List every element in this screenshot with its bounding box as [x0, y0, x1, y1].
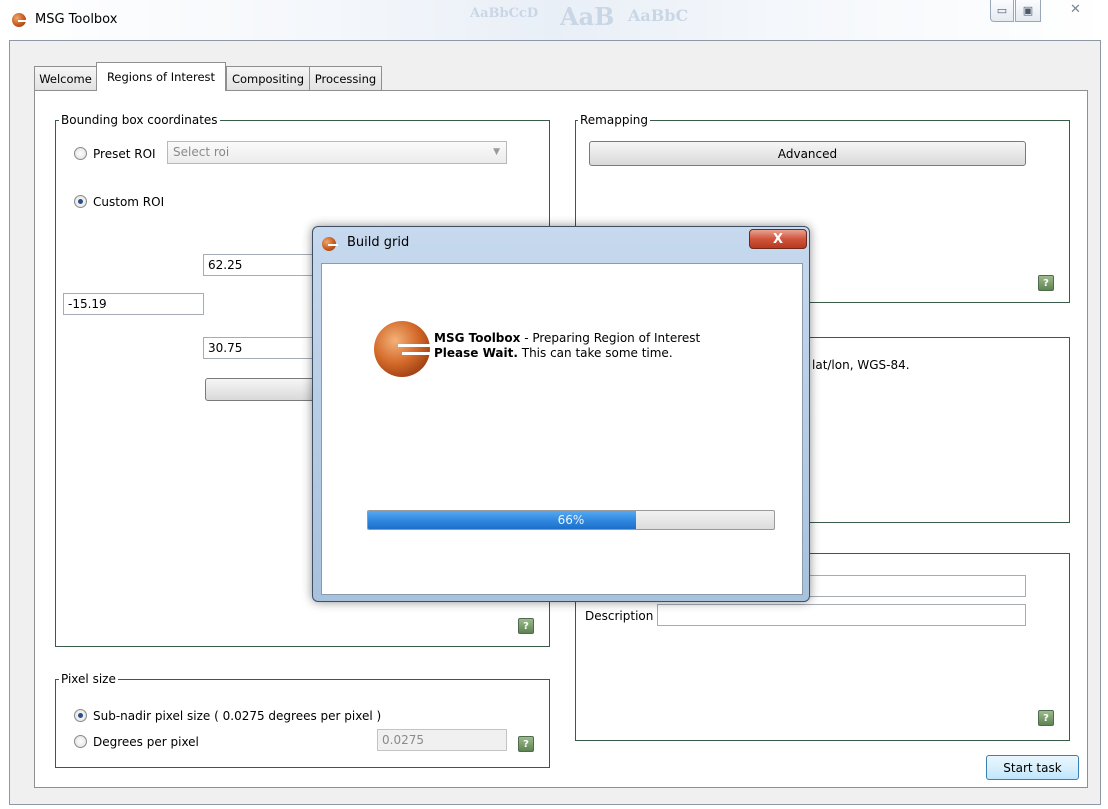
pixel-size-group-title: Pixel size [59, 672, 118, 686]
dialog-body: MSG Toolbox - Preparing Region of Intere… [321, 263, 803, 595]
minimize-icon[interactable]: ▭ [990, 0, 1014, 22]
tab-welcome[interactable]: Welcome [34, 66, 97, 90]
custom-roi-label[interactable]: Custom ROI [93, 195, 164, 209]
dialog-wait-text: This can take some time. [517, 346, 673, 360]
progress-bar: 66% [367, 510, 775, 530]
projection-text: lat/lon, WGS-84. [812, 358, 910, 372]
help-icon[interactable]: ? [518, 736, 534, 752]
window-titlebar[interactable]: MSG Toolbox AaBbCcD AaB AaBbC ▭ ▣ ✕ [0, 0, 1108, 40]
msg-toolbox-logo-icon [374, 321, 432, 377]
pixel-size-group [55, 679, 550, 768]
degrees-per-pixel-input[interactable]: 0.0275 [377, 729, 507, 751]
dialog-close-button[interactable]: X [749, 229, 807, 249]
select-roi-dropdown[interactable]: Select roi ▼ [167, 141, 507, 164]
subnadir-pixel-size-label[interactable]: Sub-nadir pixel size ( 0.0275 degrees pe… [93, 709, 381, 723]
tab-compositing[interactable]: Compositing [226, 66, 310, 90]
description-label: Description [585, 609, 654, 623]
subnadir-pixel-size-radio[interactable] [74, 709, 87, 722]
maximize-icon[interactable]: ▣ [1015, 0, 1041, 22]
close-icon[interactable]: ✕ [1070, 2, 1081, 17]
help-icon[interactable]: ? [518, 618, 534, 634]
chevron-down-icon: ▼ [493, 147, 500, 157]
preset-roi-radio[interactable] [74, 147, 87, 160]
app-icon [12, 13, 28, 27]
dialog-app-icon [322, 237, 338, 251]
description-input[interactable] [657, 604, 1026, 626]
ribbon-ghost-icon: AaBbCcD [470, 6, 539, 21]
build-grid-dialog: Build grid X MSG Toolbox - Preparing Reg… [312, 226, 810, 602]
start-task-button[interactable]: Start task [986, 755, 1079, 780]
advanced-button[interactable]: Advanced [589, 141, 1026, 166]
dialog-app-name: MSG Toolbox [434, 331, 521, 345]
select-roi-placeholder: Select roi [173, 145, 230, 159]
dialog-message-line2: Please Wait. This can take some time. [434, 346, 673, 360]
dialog-message-text: - Preparing Region of Interest [520, 331, 701, 345]
dialog-message-line1: MSG Toolbox - Preparing Region of Intere… [434, 331, 700, 345]
dialog-title: Build grid [347, 235, 410, 250]
tab-regions-of-interest[interactable]: Regions of Interest [96, 62, 226, 91]
progress-bar-text: 66% [557, 513, 585, 527]
dialog-wait-bold: Please Wait. [434, 346, 518, 360]
custom-roi-radio[interactable] [74, 195, 87, 208]
degrees-per-pixel-label[interactable]: Degrees per pixel [93, 735, 199, 749]
west-coordinate-input[interactable]: -15.19 [63, 293, 204, 315]
preset-roi-label[interactable]: Preset ROI [93, 147, 156, 161]
window-title: MSG Toolbox [35, 12, 118, 27]
help-icon[interactable]: ? [1038, 710, 1054, 726]
tab-processing[interactable]: Processing [309, 66, 382, 90]
help-icon[interactable]: ? [1038, 275, 1054, 291]
ribbon-ghost-icon: AaBbC [628, 6, 689, 25]
remapping-group-title: Remapping [578, 113, 651, 127]
degrees-per-pixel-radio[interactable] [74, 735, 87, 748]
close-icon: X [772, 231, 784, 247]
ribbon-ghost-icon: AaB [560, 2, 615, 31]
bounding-box-group-title: Bounding box coordinates [59, 113, 220, 127]
